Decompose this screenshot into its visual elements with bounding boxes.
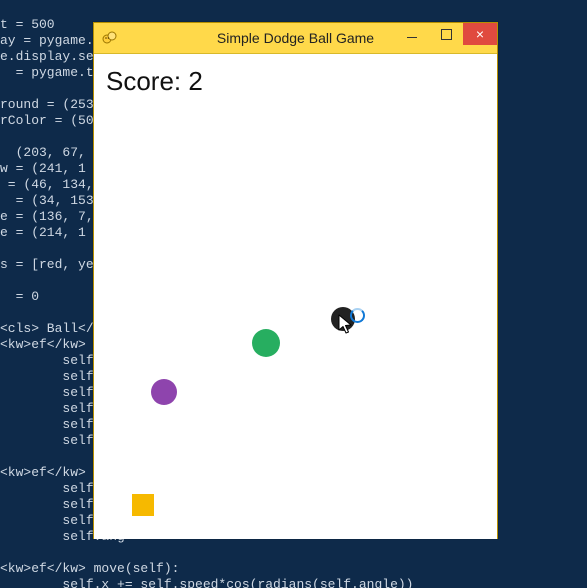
game-canvas[interactable]: Score: 2 — [94, 54, 497, 539]
pygame-icon — [102, 30, 118, 46]
maximize-button[interactable] — [429, 23, 463, 45]
player-square[interactable] — [132, 494, 154, 516]
minimize-icon — [407, 37, 417, 38]
desktop: { "code_lines": [ "t = 500", "ay = pygam… — [0, 0, 587, 588]
minimize-button[interactable] — [395, 23, 429, 45]
ball-black — [331, 307, 355, 331]
ball-purple — [151, 379, 177, 405]
game-window: Simple Dodge Ball Game × Score: 2 — [93, 22, 498, 539]
ball-green — [252, 329, 280, 357]
close-button[interactable]: × — [463, 23, 497, 45]
maximize-icon — [441, 29, 452, 40]
score-label: Score: 2 — [106, 66, 203, 97]
titlebar[interactable]: Simple Dodge Ball Game × — [94, 23, 497, 54]
window-controls: × — [395, 23, 497, 45]
close-icon: × — [476, 27, 484, 41]
